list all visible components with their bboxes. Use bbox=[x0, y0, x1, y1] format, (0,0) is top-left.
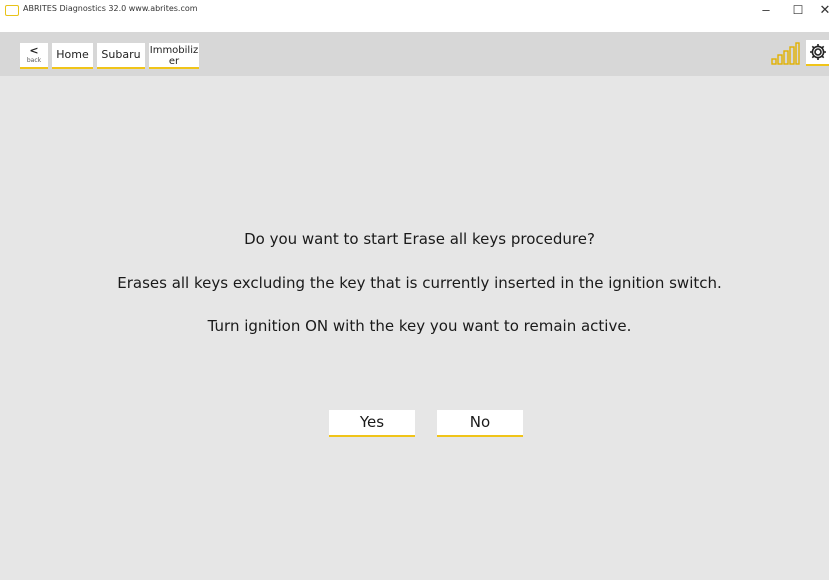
breadcrumb-subaru[interactable]: Subaru bbox=[97, 43, 145, 69]
dialog-question: Do you want to start Erase all keys proc… bbox=[244, 230, 595, 248]
dialog-instruction: Turn ignition ON with the key you want t… bbox=[207, 317, 632, 335]
settings-gear-icon[interactable] bbox=[806, 40, 829, 66]
window-titlebar: ABRITES Diagnostics 32.0 www.abrites.com… bbox=[0, 0, 829, 32]
back-button[interactable]: < back bbox=[20, 43, 48, 69]
app-logo-icon bbox=[5, 5, 19, 16]
window-title: ABRITES Diagnostics 32.0 www.abrites.com bbox=[23, 4, 198, 13]
navigation-bar: < back Home Subaru Immobiliz er bbox=[0, 32, 829, 76]
gear-icon bbox=[810, 44, 826, 60]
back-label: back bbox=[26, 57, 42, 64]
no-button[interactable]: No bbox=[437, 410, 523, 437]
dialog-content-area: Do you want to start Erase all keys proc… bbox=[10, 76, 829, 580]
breadcrumb-immobilizer-line2: er bbox=[168, 56, 180, 67]
chevron-left-icon: < bbox=[29, 44, 39, 57]
breadcrumb-home[interactable]: Home bbox=[52, 43, 93, 69]
close-button[interactable]: ✕ bbox=[810, 0, 829, 22]
maximize-button[interactable]: ☐ bbox=[783, 0, 813, 22]
signal-strength-icon bbox=[771, 42, 800, 65]
minimize-button[interactable]: – bbox=[751, 0, 781, 22]
breadcrumb-immobilizer[interactable]: Immobiliz er bbox=[149, 43, 199, 69]
dialog-description: Erases all keys excluding the key that i… bbox=[117, 274, 722, 292]
breadcrumb-immobilizer-line1: Immobiliz bbox=[149, 45, 199, 56]
yes-button[interactable]: Yes bbox=[329, 410, 415, 437]
